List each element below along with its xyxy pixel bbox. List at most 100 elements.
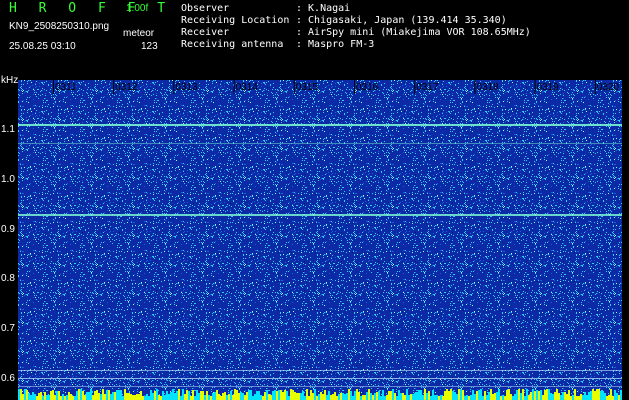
signal-strip-bar: [564, 392, 566, 400]
time-tick-label: 0315: [296, 82, 319, 93]
signal-strip-bar: [38, 393, 40, 400]
signal-strip-bar: [428, 391, 430, 400]
signal-strip-bar: [178, 389, 180, 400]
info-value-antenna: : Maspro FM-3: [296, 39, 375, 50]
signal-strip-bar: [302, 391, 304, 400]
signal-strip-bar: [192, 390, 194, 400]
signal-strip-bar: [352, 396, 354, 400]
signal-strip-bar: [450, 389, 452, 400]
signal-strip-bar: [60, 396, 62, 400]
signal-strip-bar: [556, 389, 558, 400]
signal-strip-bar: [156, 389, 158, 400]
signal-strip-bar: [492, 394, 494, 400]
signal-strip-bar: [236, 390, 238, 400]
signal-strip-bar: [78, 389, 80, 400]
signal-strip-bar: [380, 396, 382, 400]
signal-strip-bar: [432, 390, 434, 400]
signal-strip-bar: [106, 390, 108, 400]
signal-strip-bar: [376, 392, 378, 400]
signal-strip-bar: [110, 394, 112, 400]
signal-strip-bar: [482, 396, 484, 400]
signal-strip-bar: [590, 391, 592, 400]
signal-strip-bar: [42, 396, 44, 400]
signal-strip-bar: [316, 396, 318, 400]
signal-strip-bar: [284, 390, 286, 400]
signal-strip-bar: [30, 395, 32, 400]
signal-strip-bar: [474, 394, 476, 400]
signal-strip-bar: [188, 391, 190, 400]
signal-strip-bar: [404, 395, 406, 400]
signal-strip-bar: [466, 395, 468, 400]
signal-strip-bar: [552, 394, 554, 400]
signal-strip-bar: [176, 391, 178, 400]
signal-strip-bar: [506, 390, 508, 400]
signal-strip-bar: [488, 392, 490, 400]
time-tick-mark: [53, 80, 54, 94]
signal-strip-bar: [414, 393, 416, 400]
signal-strip-bar: [394, 393, 396, 400]
signal-strip-bar: [216, 390, 218, 400]
signal-strip-bar: [114, 392, 116, 400]
y-tick-label: 1.0: [1, 174, 15, 185]
signal-strip-bar: [374, 393, 376, 400]
signal-strip-bar: [232, 395, 234, 400]
signal-strip-bar: [220, 396, 222, 400]
signal-strip-bar: [550, 393, 552, 400]
signal-strip-bar: [260, 395, 262, 400]
signal-strip-bar: [98, 393, 100, 400]
signal-strip-bar: [44, 392, 46, 400]
signal-strip-bar: [406, 389, 408, 400]
signal-strip-bar: [548, 389, 550, 400]
signal-strip-bar: [348, 389, 350, 400]
signal-strip-bar: [96, 390, 98, 400]
signal-strip-bar: [320, 392, 322, 400]
signal-strip-bar: [126, 393, 128, 400]
time-tick-label: 0320: [597, 82, 620, 93]
y-tick-label: 1.1: [1, 124, 15, 135]
signal-strip-bar: [46, 395, 48, 400]
signal-strip-bar: [392, 389, 394, 400]
signal-strip-bar: [366, 392, 368, 400]
signal-strip-bar: [570, 396, 572, 400]
signal-strip-bar: [350, 391, 352, 400]
signal-strip-bar: [580, 394, 582, 400]
signal-strip-bar: [124, 389, 126, 400]
signal-strip-bar: [508, 389, 510, 400]
signal-strip-bar: [530, 392, 532, 400]
signal-strip-bar: [32, 392, 34, 400]
signal-strip-bar: [26, 390, 28, 400]
signal-strip-bar: [514, 394, 516, 400]
signal-strip-bar: [460, 389, 462, 400]
time-tick-label: 0312: [115, 82, 138, 93]
signal-strip-bar: [344, 394, 346, 400]
signal-strip-bar: [444, 391, 446, 400]
signal-strip-bar: [378, 391, 380, 400]
signal-strip-bar: [66, 395, 68, 400]
signal-strip-bar: [136, 394, 138, 400]
time-tick-label: 0311: [55, 82, 77, 93]
signal-strip-bar: [198, 393, 200, 400]
detection-tag: meteor: [123, 28, 155, 39]
signal-strip-bar: [286, 391, 288, 400]
carrier-line: [18, 214, 622, 216]
signal-strip-bar: [586, 395, 588, 400]
time-tick-mark: [233, 80, 235, 94]
signal-strip-bar: [330, 395, 332, 400]
signal-strip-bar: [108, 390, 110, 400]
signal-strip-bar: [214, 392, 216, 400]
signal-strip-bar: [340, 393, 342, 400]
signal-strip-bar: [296, 393, 298, 400]
signal-strip-bar: [454, 392, 456, 400]
signal-strip-bar: [142, 396, 144, 400]
signal-strip-bar: [144, 396, 146, 400]
signal-strip-bar: [270, 395, 272, 400]
signal-strip-bar: [318, 394, 320, 400]
signal-strip-bar: [326, 395, 328, 400]
carrier-line: [18, 370, 622, 371]
spectrogram-canvas: 0311 0312 0313 0314 0315 0316 0317 0318 0319 0320: [18, 80, 622, 400]
signal-strip-bar: [266, 390, 268, 400]
signal-strip-bar: [294, 392, 296, 400]
signal-strip-bar: [408, 395, 410, 400]
signal-strip-bar: [166, 391, 168, 400]
y-tick-label: 0.8: [1, 273, 15, 284]
